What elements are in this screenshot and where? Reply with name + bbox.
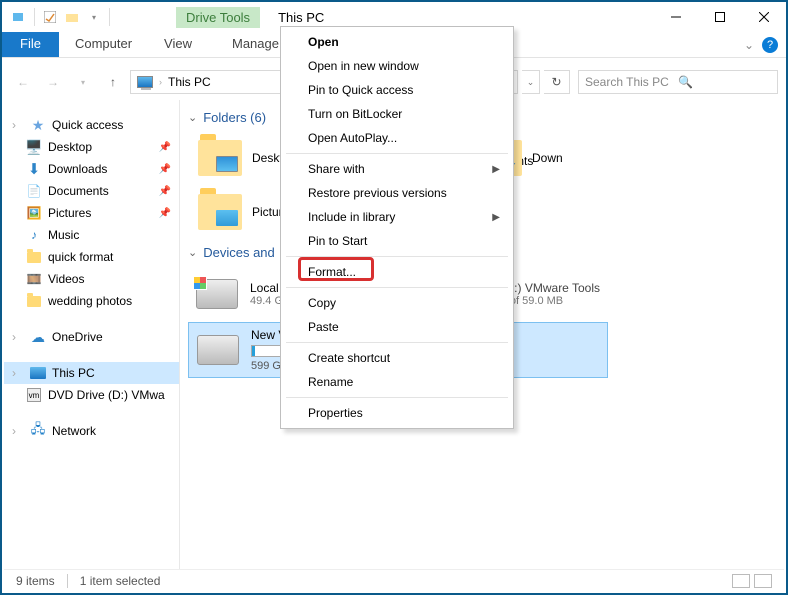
menu-item-paste[interactable]: Paste — [284, 315, 510, 339]
forward-button[interactable]: → — [40, 69, 66, 95]
windows-logo-icon — [193, 276, 207, 290]
menu-item-restore-previous-versions[interactable]: Restore previous versions — [284, 181, 510, 205]
separator — [34, 8, 35, 26]
maximize-button[interactable] — [698, 2, 742, 32]
tab-view[interactable]: View — [148, 32, 208, 57]
nav-downloads[interactable]: ⬇Downloads📌 — [4, 158, 179, 180]
nav-music[interactable]: ♪Music — [4, 224, 179, 246]
nav-wedding-photos[interactable]: wedding photos — [4, 290, 179, 312]
file-tab[interactable]: File — [2, 32, 59, 57]
menu-item-open[interactable]: Open — [284, 30, 510, 54]
menu-separator — [286, 342, 508, 343]
pin-icon: 📌 — [159, 208, 171, 219]
download-icon: ⬇ — [26, 161, 42, 177]
drive-tools-tab[interactable]: Drive Tools — [176, 7, 260, 28]
music-icon: ♪ — [26, 227, 42, 243]
minimize-button[interactable] — [654, 2, 698, 32]
nav-this-pc[interactable]: This PC — [4, 362, 179, 384]
pin-icon: 📌 — [159, 142, 171, 153]
ribbon-expand-icon[interactable]: ⌄ — [744, 38, 754, 52]
separator — [109, 8, 110, 26]
nav-documents[interactable]: 📄Documents📌 — [4, 180, 179, 202]
nav-quick-access[interactable]: ★Quick access — [4, 114, 179, 136]
pc-icon — [30, 367, 46, 379]
search-icon: 🔍 — [678, 75, 771, 89]
pin-icon: 📌 — [159, 186, 171, 197]
menu-item-share-with[interactable]: Share with▶ — [284, 157, 510, 181]
videos-icon: 🎞️ — [26, 271, 42, 287]
menu-separator — [286, 256, 508, 257]
menu-item-properties[interactable]: Properties — [284, 401, 510, 425]
folder-documents[interactable]: uments — [484, 134, 764, 188]
address-location: This PC — [168, 75, 211, 89]
drive-icon — [197, 335, 239, 365]
pictures-icon: 🖼️ — [26, 205, 42, 221]
nav-onedrive[interactable]: ☁OneDrive — [4, 326, 179, 348]
status-bar: 9 items 1 item selected — [4, 569, 784, 591]
nav-pictures[interactable]: 🖼️Pictures📌 — [4, 202, 179, 224]
nav-network[interactable]: 🖧Network — [4, 420, 179, 442]
qat-new-folder-icon[interactable] — [64, 9, 80, 25]
drive-icon — [196, 279, 238, 309]
folder-icon — [198, 140, 242, 176]
qat-dropdown-icon[interactable]: ▾ — [86, 9, 102, 25]
window-title: This PC — [278, 10, 324, 25]
menu-separator — [286, 397, 508, 398]
star-icon: ★ — [30, 117, 46, 133]
folder-icon — [27, 296, 41, 307]
menu-item-format[interactable]: Format... — [284, 260, 510, 284]
nav-dvd-drive[interactable]: vmDVD Drive (D:) VMwa — [4, 384, 179, 406]
menu-item-pin-to-quick-access[interactable]: Pin to Quick access — [284, 78, 510, 102]
app-icon — [11, 9, 27, 25]
dvd-icon: vm — [27, 388, 41, 402]
folder-icon — [27, 252, 41, 263]
pc-icon — [137, 76, 153, 88]
separator — [67, 574, 68, 588]
chevron-right-icon: ▶ — [492, 212, 500, 223]
refresh-button[interactable]: ↻ — [544, 70, 570, 94]
back-button[interactable]: ← — [10, 69, 36, 95]
status-selected: 1 item selected — [80, 574, 161, 588]
tab-computer[interactable]: Computer — [59, 32, 148, 57]
menu-separator — [286, 153, 508, 154]
menu-item-pin-to-start[interactable]: Pin to Start — [284, 229, 510, 253]
nav-videos[interactable]: 🎞️Videos — [4, 268, 179, 290]
documents-icon: 📄 — [26, 183, 42, 199]
menu-item-include-in-library[interactable]: Include in library▶ — [284, 205, 510, 229]
qat-properties-icon[interactable] — [42, 9, 58, 25]
status-item-count: 9 items — [16, 574, 55, 588]
chevron-right-icon: ▶ — [492, 164, 500, 175]
chevron-right-icon: › — [159, 77, 162, 87]
menu-item-open-autoplay[interactable]: Open AutoPlay... — [284, 126, 510, 150]
pin-icon: 📌 — [159, 164, 171, 175]
recent-locations-button[interactable]: ▾ — [70, 69, 96, 95]
view-details-icon[interactable] — [732, 574, 750, 588]
up-button[interactable]: ↑ — [100, 69, 126, 95]
menu-item-turn-on-bitlocker[interactable]: Turn on BitLocker — [284, 102, 510, 126]
network-icon: 🖧 — [30, 423, 46, 439]
close-button[interactable] — [742, 2, 786, 32]
nav-desktop[interactable]: 🖥️Desktop📌 — [4, 136, 179, 158]
cloud-icon: ☁ — [30, 329, 46, 345]
folder-music[interactable]: ic — [484, 190, 764, 244]
menu-item-open-in-new-window[interactable]: Open in new window — [284, 54, 510, 78]
navigation-pane: ★Quick access 🖥️Desktop📌 ⬇Downloads📌 📄Do… — [4, 100, 180, 569]
view-large-icon[interactable] — [754, 574, 772, 588]
address-dropdown[interactable]: ⌄ — [522, 70, 540, 94]
search-input[interactable]: Search This PC 🔍 — [578, 70, 778, 94]
menu-item-create-shortcut[interactable]: Create shortcut — [284, 346, 510, 370]
menu-item-rename[interactable]: Rename — [284, 370, 510, 394]
desktop-icon: 🖥️ — [26, 139, 42, 155]
context-menu: OpenOpen in new windowPin to Quick acces… — [280, 26, 514, 429]
search-placeholder: Search This PC — [585, 75, 678, 89]
menu-item-copy[interactable]: Copy — [284, 291, 510, 315]
menu-separator — [286, 287, 508, 288]
folder-videos[interactable]: os — [484, 244, 764, 298]
help-icon[interactable]: ? — [762, 37, 778, 53]
nav-quick-format[interactable]: quick format — [4, 246, 179, 268]
folder-icon — [198, 194, 242, 230]
